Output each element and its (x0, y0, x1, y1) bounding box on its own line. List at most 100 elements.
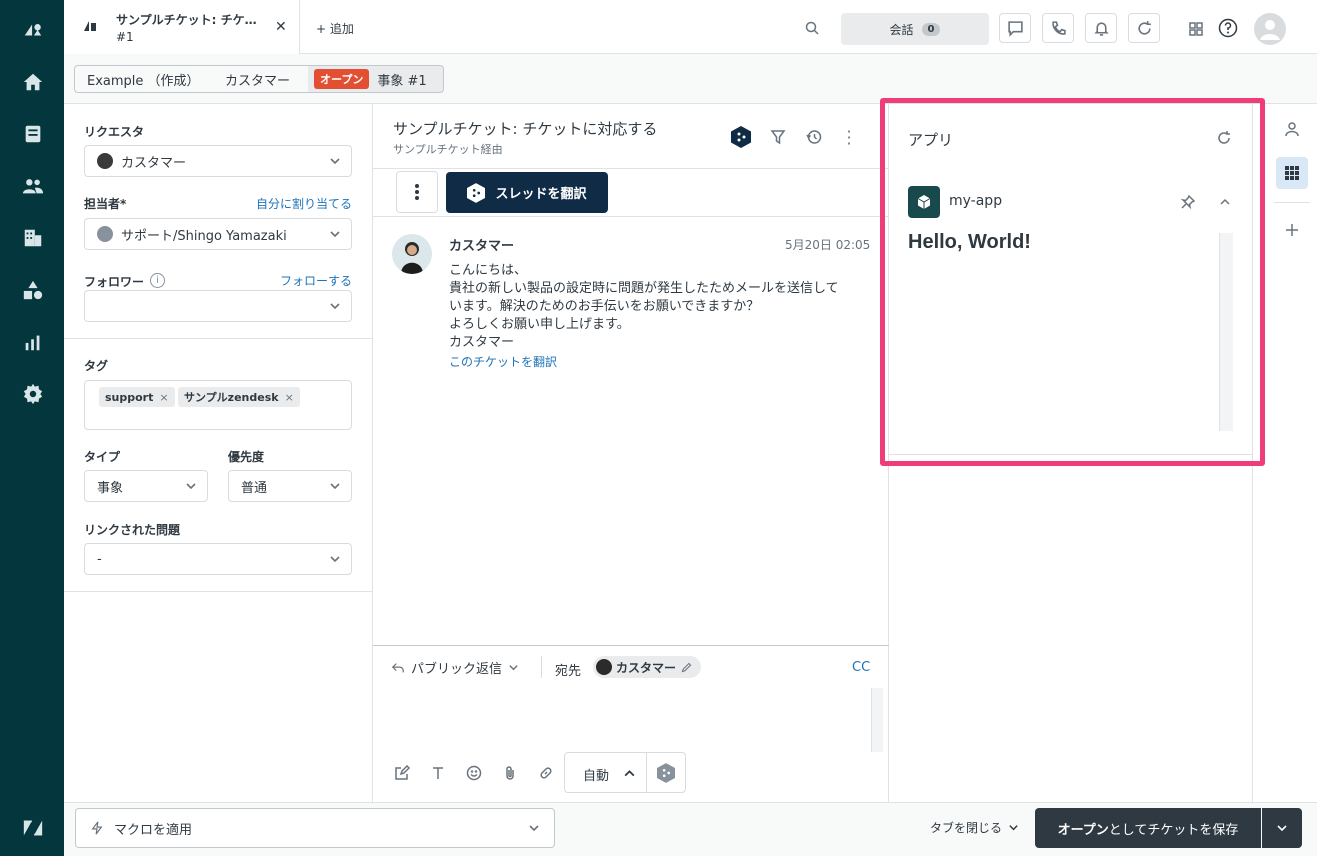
history-icon[interactable] (806, 129, 822, 149)
message-line: 貴社の新しい製品の設定時に問題が発生したためメールを送信して (449, 281, 839, 296)
chat-button[interactable] (999, 13, 1031, 43)
requester-select[interactable]: カスタマー (84, 145, 352, 177)
composer-scrollbar[interactable] (871, 688, 883, 752)
conversations-button[interactable]: 会話 0 (841, 13, 989, 45)
ticket-properties-panel: リクエスタ カスタマー 担当者* 自分に割り当てる サポート/Shingo Ya… (64, 104, 373, 802)
recipient-pill[interactable]: カスタマー (593, 656, 702, 678)
user-avatar[interactable] (1254, 13, 1286, 45)
products-grid-icon[interactable] (1188, 21, 1204, 41)
lightning-icon (91, 821, 103, 835)
zendesk-z-icon[interactable] (20, 815, 46, 841)
section-divider (64, 338, 373, 339)
settings-icon[interactable] (20, 381, 46, 407)
chevron-down-icon (529, 825, 539, 832)
chevron-down-icon (329, 480, 341, 492)
save-ticket-button[interactable]: オープン としてチケットを保存 (1035, 808, 1261, 848)
notifications-button[interactable] (1085, 13, 1117, 43)
help-icon[interactable] (1218, 18, 1238, 42)
followers-label: フォロワー (84, 275, 145, 289)
auto-label: 自動 (583, 769, 610, 784)
requester-label: リクエスタ (84, 125, 145, 139)
message-body: こんにちは、 貴社の新しい製品の設定時に問題が発生したためメールを送信して いま… (449, 262, 879, 352)
author-avatar[interactable] (392, 234, 432, 274)
breadcrumb-organization[interactable]: Example （作成） (74, 65, 214, 93)
views-icon[interactable] (20, 121, 46, 147)
assign-to-self-link[interactable]: 自分に割り当てる (256, 195, 352, 212)
breadcrumb-user[interactable]: カスタマー (213, 65, 309, 93)
close-tab-select[interactable]: タブを閉じる (930, 819, 1019, 836)
ticket-via: サンプルチケット経由 (393, 143, 503, 156)
phone-button[interactable] (1042, 13, 1074, 43)
highlight-box (880, 98, 1265, 466)
reply-mode-select[interactable]: パブリック返信 (391, 658, 519, 677)
refresh-icon (1137, 20, 1151, 35)
close-tab-icon[interactable]: ✕ (275, 19, 287, 35)
compose-icon[interactable] (394, 764, 411, 785)
thread-menu-button[interactable] (396, 171, 438, 213)
emoji-icon[interactable] (466, 765, 482, 785)
admin-shapes-icon[interactable] (20, 277, 46, 303)
chevron-down-icon (329, 553, 341, 565)
follow-link[interactable]: フォローする (280, 272, 352, 289)
add-tab-button[interactable]: + 追加 (316, 20, 354, 37)
ticket-tab-title: サンプルチケット: チケ… (116, 13, 257, 27)
ticket-tab-icon (82, 18, 98, 38)
customers-icon[interactable] (20, 173, 46, 199)
linked-problem-select[interactable]: - (84, 543, 352, 575)
translate-ticket-link[interactable]: このチケットを翻訳 (449, 353, 557, 370)
chevron-down-icon (329, 155, 341, 167)
apps-grid-icon (1285, 166, 1299, 180)
type-select[interactable]: 事象 (84, 470, 208, 502)
zendesk-logo-icon[interactable] (20, 17, 46, 43)
organizations-icon[interactable] (20, 225, 46, 251)
reply-textarea[interactable] (389, 688, 869, 752)
tags-input[interactable]: support × サンプルzendesk × (84, 380, 352, 430)
attachment-icon[interactable] (502, 765, 518, 785)
refresh-button[interactable] (1128, 13, 1160, 43)
deepl-icon[interactable] (731, 126, 751, 152)
deepl-icon (657, 763, 675, 783)
search-icon[interactable] (804, 20, 820, 40)
save-status-label: オープン (1057, 822, 1109, 838)
message-line: います。解決のためのお手伝いをお願いできますか？ (449, 299, 760, 314)
remove-tag-icon[interactable]: × (285, 391, 294, 404)
text-format-icon[interactable] (430, 765, 446, 785)
message-author[interactable]: カスタマー (449, 235, 514, 254)
ticket-title[interactable]: サンプルチケット: チケットに対応する (393, 118, 657, 139)
remove-tag-icon[interactable]: × (159, 391, 168, 404)
save-options-button[interactable] (1262, 808, 1302, 848)
priority-label: 優先度 (228, 450, 265, 464)
info-icon[interactable]: i (150, 273, 165, 288)
reply-icon (391, 662, 404, 672)
reply-mode-label: パブリック返信 (411, 662, 503, 677)
priority-select[interactable]: 普通 (228, 470, 352, 502)
more-options-icon[interactable]: · · · (846, 124, 852, 152)
user-profile-icon[interactable] (1284, 121, 1300, 141)
breadcrumb-organization-label: Example （作成） (87, 73, 200, 89)
message-line: カスタマー (449, 335, 515, 350)
top-bar: サンプルチケット: チケ… #1 ✕ + 追加 会話 0 (64, 0, 1317, 54)
tag-sample-zendesk: サンプルzendesk × (178, 387, 300, 407)
ticket-tab[interactable]: サンプルチケット: チケ… #1 ✕ (64, 0, 300, 54)
translate-thread-button[interactable]: スレッドを翻訳 (446, 172, 608, 213)
filter-icon[interactable] (770, 129, 786, 149)
link-icon[interactable] (538, 765, 554, 785)
ticket-tab-number: #1 (116, 30, 134, 44)
phone-icon (1051, 20, 1066, 35)
home-icon[interactable] (20, 69, 46, 95)
reporting-icon[interactable] (20, 329, 46, 355)
followers-select[interactable] (84, 290, 352, 322)
breadcrumb-ticket[interactable]: オープン 事象 #1 (308, 65, 444, 93)
assignee-select[interactable]: サポート/Shingo Yamazaki (84, 218, 352, 250)
apply-macro-label: マクロを適用 (114, 822, 193, 838)
apply-macro-select[interactable]: マクロを適用 (75, 808, 555, 848)
apps-toggle-button[interactable] (1276, 157, 1308, 189)
cc-link[interactable]: CC (852, 660, 870, 675)
left-nav-rail (0, 0, 64, 856)
header-divider (373, 168, 889, 169)
message-line: こんにちは、 (449, 263, 528, 278)
add-app-icon[interactable] (1284, 222, 1300, 242)
chevron-up-icon (624, 770, 635, 777)
recipient-avatar (596, 659, 612, 675)
auto-translate-control[interactable]: 自動 (564, 752, 686, 793)
